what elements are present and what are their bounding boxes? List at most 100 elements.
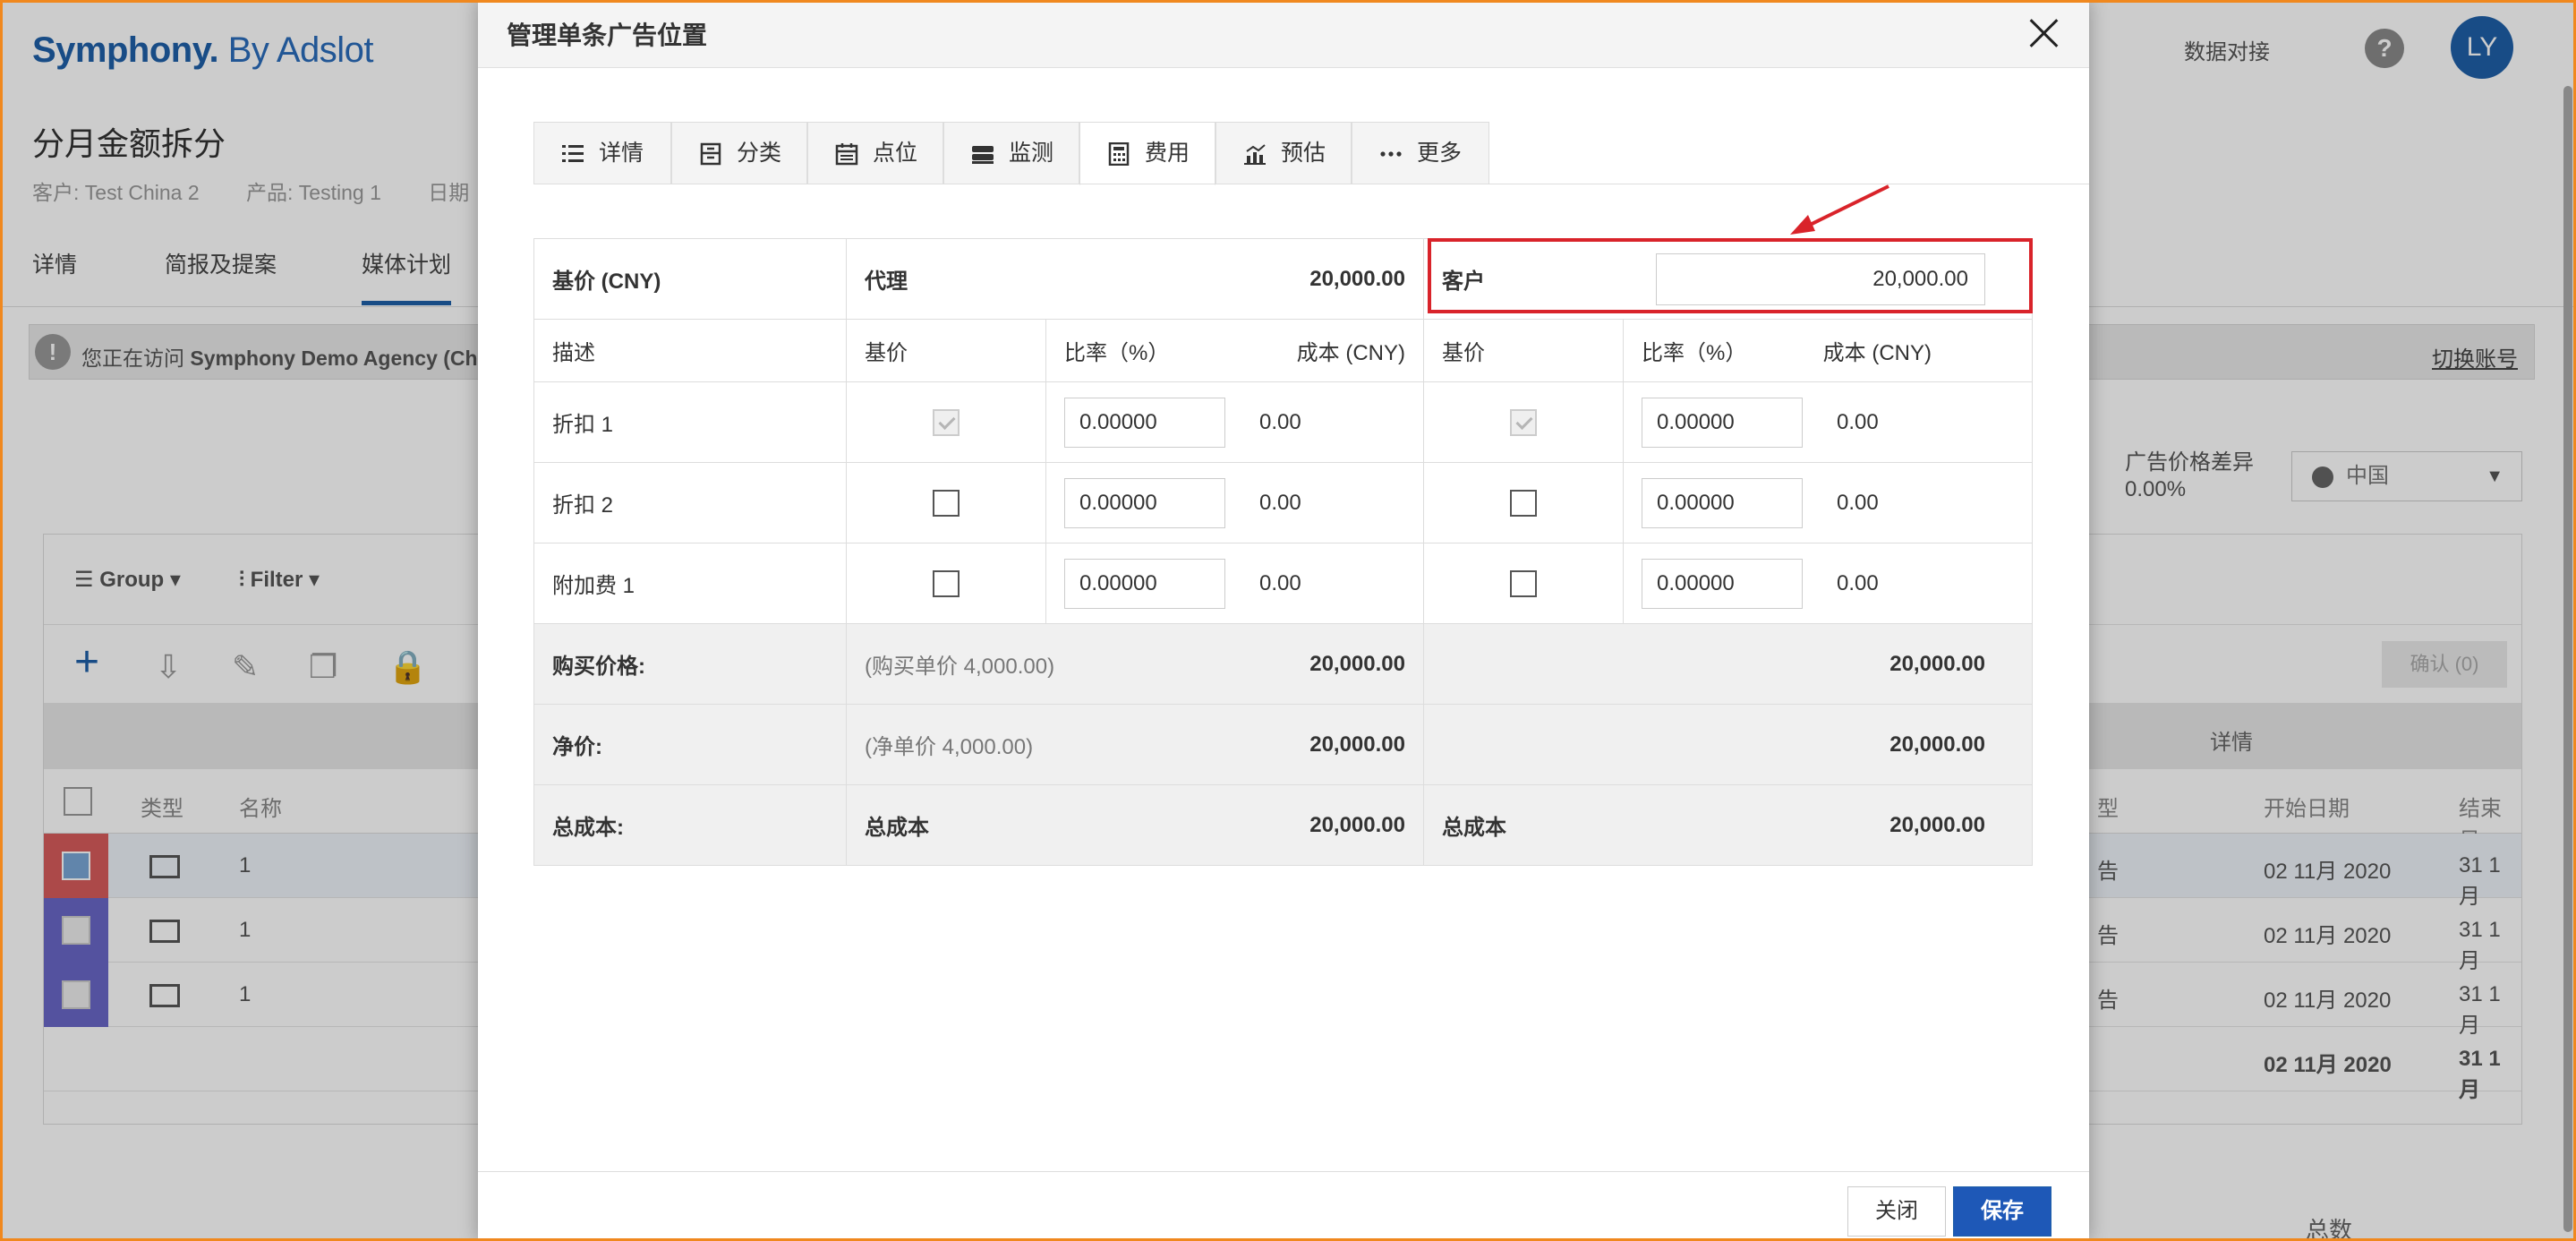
agency-total-cell: 总成本 20,000.00 [846, 784, 1424, 866]
row-label: 附加费 1 [533, 543, 847, 624]
tab-label: 监测 [1009, 141, 1054, 166]
col-agency-cost: 成本 (CNY) [1296, 341, 1405, 365]
tab-forecast[interactable]: 预估 [1215, 122, 1352, 184]
agency-buy-price: 20,000.00 [1309, 651, 1405, 676]
save-button[interactable]: 保存 [1953, 1186, 2051, 1237]
cost-header-row: 描述 基价 比率（%） 成本 (CNY) 基价 比率（%） 成本 (CNY) [533, 319, 2033, 382]
client-rate-cell: 0.00000 0.00 [1623, 381, 2033, 463]
calculator-icon [1108, 142, 1130, 166]
total-cost-label: 总成本: [533, 784, 847, 866]
client-discount-1-rate-input[interactable]: 0.00000 [1642, 397, 1803, 448]
tab-placement[interactable]: 点位 [807, 122, 943, 184]
modal-header: 管理单条广告位置 [478, 0, 2089, 68]
client-base-check-cell [1423, 543, 1624, 624]
agency-total-cost: 20,000.00 [1309, 812, 1405, 837]
archive-icon [700, 142, 721, 166]
tab-label: 费用 [1145, 141, 1190, 166]
client-discount-1-cost: 0.00 [1837, 409, 1879, 434]
annotation-arrow-icon [1790, 184, 1889, 235]
calendar-icon [835, 143, 858, 166]
more-icon [1380, 151, 1402, 157]
client-base-check-cell [1423, 462, 1624, 543]
agency-base-check-cell [846, 381, 1046, 463]
client-net-price: 20,000.00 [1423, 704, 2033, 785]
client-total-cell: 总成本 20,000.00 [1423, 784, 2033, 866]
tab-label: 更多 [1417, 141, 1463, 166]
total-cost-row: 总成本: 总成本 20,000.00 总成本 20,000.00 [533, 784, 2033, 866]
net-price-row: 净价: (净单价 4,000.00) 20,000.00 20,000.00 [533, 704, 2033, 785]
net-price-label: 净价: [533, 704, 847, 785]
modal-footer: 关闭 保存 [478, 1171, 2089, 1241]
row-label: 折扣 1 [533, 381, 847, 463]
modal-title: 管理单条广告位置 [507, 21, 708, 49]
tab-tracking[interactable]: 监测 [943, 122, 1079, 184]
client-total-cost: 20,000.00 [1889, 812, 1985, 837]
client-discount-1-checkbox [1510, 408, 1537, 436]
col-client-base: 基价 [1423, 319, 1624, 382]
agency-label: 代理 [865, 270, 908, 294]
surcharge-1-row: 附加费 1 0.00000 0.00 0.00000 0.00 [533, 543, 2033, 624]
client-label: 客户 [1442, 270, 1485, 294]
client-surcharge-1-cost: 0.00 [1837, 570, 1879, 595]
page-scrollbar[interactable] [2563, 86, 2572, 1232]
col-agency-rate: 比率（%） [1064, 341, 1170, 365]
agency-net-price: 20,000.00 [1309, 732, 1405, 757]
client-discount-2-cost: 0.00 [1837, 490, 1879, 515]
agency-base-check-cell [846, 462, 1046, 543]
agency-surcharge-1-rate-input[interactable]: 0.00000 [1064, 558, 1225, 609]
col-description: 描述 [533, 319, 847, 382]
agency-base-check-cell [846, 543, 1046, 624]
client-surcharge-1-rate-input[interactable]: 0.00000 [1642, 558, 1803, 609]
agency-net-price-cell: (净单价 4,000.00) 20,000.00 [846, 704, 1424, 785]
agency-rate-cell: 0.00000 0.00 [1045, 543, 1424, 624]
agency-surcharge-1-checkbox[interactable] [933, 569, 960, 597]
col-agency-rate-cost: 比率（%） 成本 (CNY) [1045, 319, 1424, 382]
agency-surcharge-1-cost: 0.00 [1259, 570, 1301, 595]
tab-label: 点位 [873, 141, 918, 166]
cost-table: 基价 (CNY) 代理 20,000.00 客户 20,000.00 描述 基价 … [533, 238, 2033, 866]
client-discount-2-rate-input[interactable]: 0.00000 [1642, 477, 1803, 528]
server-icon [972, 146, 994, 164]
agency-discount-1-checkbox [933, 408, 960, 436]
agency-total-sub: 总成本 [865, 816, 929, 840]
client-base-price-input[interactable]: 20,000.00 [1656, 253, 1985, 305]
tab-label: 分类 [737, 141, 782, 166]
agency-buy-price-cell: (购买单价 4,000.00) 20,000.00 [846, 623, 1424, 705]
close-button[interactable]: 关闭 [1847, 1186, 1946, 1237]
tab-category[interactable]: 分类 [671, 122, 807, 184]
col-client-rate-cost: 比率（%） 成本 (CNY) [1623, 319, 2033, 382]
agency-discount-1-rate-input[interactable]: 0.00000 [1064, 397, 1225, 448]
client-buy-price: 20,000.00 [1423, 623, 2033, 705]
agency-rate-cell: 0.00000 0.00 [1045, 381, 1424, 463]
col-agency-base: 基价 [846, 319, 1046, 382]
list-icon [562, 145, 584, 162]
bar-chart-icon [1244, 144, 1266, 165]
tab-label: 详情 [599, 141, 644, 166]
agency-base-value: 20,000.00 [1309, 266, 1405, 291]
client-rate-cell: 0.00000 0.00 [1623, 462, 2033, 543]
tab-details[interactable]: 详情 [533, 122, 671, 184]
buy-price-row: 购买价格: (购买单价 4,000.00) 20,000.00 20,000.00 [533, 623, 2033, 705]
agency-rate-cell: 0.00000 0.00 [1045, 462, 1424, 543]
net-unit-note: (净单价 4,000.00) [865, 735, 1034, 759]
discount-2-row: 折扣 2 0.00000 0.00 0.00000 0.00 [533, 462, 2033, 543]
tab-label: 预估 [1281, 141, 1326, 166]
tab-more[interactable]: 更多 [1352, 122, 1489, 184]
client-base-check-cell [1423, 381, 1624, 463]
client-base-cell: 客户 20,000.00 [1423, 238, 2033, 320]
client-total-sub: 总成本 [1442, 816, 1506, 840]
client-surcharge-1-checkbox[interactable] [1510, 569, 1537, 597]
client-rate-cell: 0.00000 0.00 [1623, 543, 2033, 624]
buy-unit-note: (购买单价 4,000.00) [865, 655, 1055, 679]
tab-costs[interactable]: 费用 [1079, 122, 1215, 185]
agency-discount-2-checkbox[interactable] [933, 489, 960, 517]
base-price-label: 基价 (CNY) [533, 238, 847, 320]
base-price-row: 基价 (CNY) 代理 20,000.00 客户 20,000.00 [533, 238, 2033, 320]
agency-discount-2-rate-input[interactable]: 0.00000 [1064, 477, 1225, 528]
agency-discount-1-cost: 0.00 [1259, 409, 1301, 434]
discount-1-row: 折扣 1 0.00000 0.00 0.00000 0.00 [533, 381, 2033, 463]
client-discount-2-checkbox[interactable] [1510, 489, 1537, 517]
row-label: 折扣 2 [533, 462, 847, 543]
close-icon[interactable] [2021, 11, 2066, 56]
col-client-cost: 成本 (CNY) [1822, 341, 1932, 365]
